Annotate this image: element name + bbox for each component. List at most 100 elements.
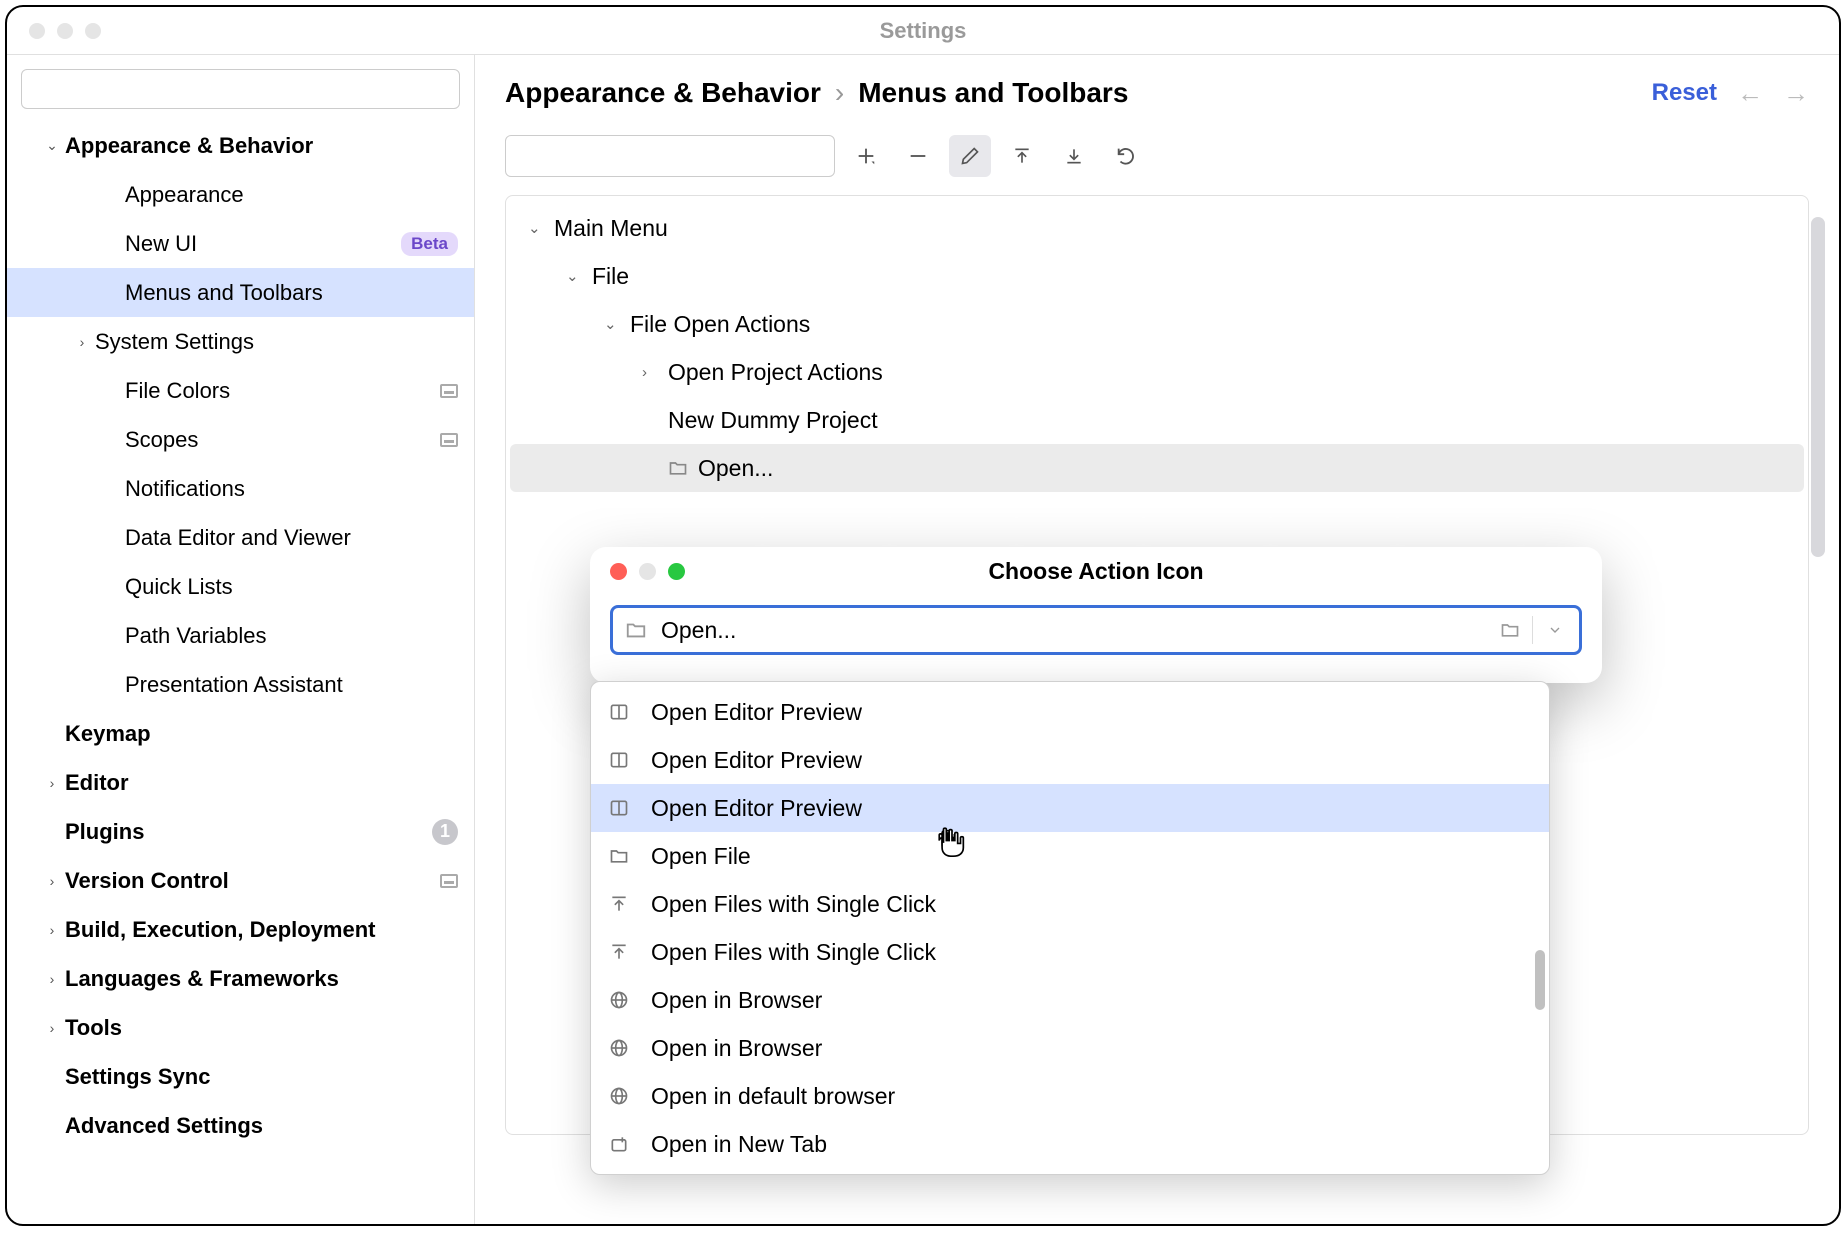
sidebar-item[interactable]: Keymap: [7, 709, 474, 758]
globe-icon: [609, 1086, 651, 1106]
sidebar-item[interactable]: Quick Lists: [7, 562, 474, 611]
dialog-minimize-icon[interactable]: [639, 563, 656, 580]
sidebar-item[interactable]: ⌄Appearance & Behavior: [7, 121, 474, 170]
dropdown-item[interactable]: Open Editor Preview: [591, 736, 1549, 784]
move-down-button[interactable]: [1053, 135, 1095, 177]
dropdown-item[interactable]: Open File: [591, 832, 1549, 880]
dialog-maximize-icon[interactable]: [668, 563, 685, 580]
tree-item-label: Main Menu: [554, 215, 668, 242]
sidebar-item[interactable]: Settings Sync: [7, 1052, 474, 1101]
edit-button[interactable]: [949, 135, 991, 177]
dropdown-item[interactable]: Open Files with Single Click: [591, 880, 1549, 928]
chevron-icon: ›: [39, 775, 65, 791]
icon-search-input[interactable]: [661, 617, 1492, 644]
sidebar-item[interactable]: File Colors: [7, 366, 474, 415]
sidebar-item[interactable]: Presentation Assistant: [7, 660, 474, 709]
folder-icon: [668, 458, 698, 478]
dropdown-item-label: Open Editor Preview: [651, 747, 862, 774]
menus-toolbar: [505, 135, 1809, 177]
dropdown-toggle-button[interactable]: [1537, 612, 1573, 648]
sidebar-item-label: Build, Execution, Deployment: [65, 917, 458, 943]
chevron-icon: ›: [39, 873, 65, 889]
tree-item[interactable]: ⌄File: [510, 252, 1804, 300]
sidebar-item-label: Presentation Assistant: [125, 672, 458, 698]
sidebar-search-input[interactable]: [21, 69, 460, 109]
sidebar-item[interactable]: ›Tools: [7, 1003, 474, 1052]
sidebar-item[interactable]: ›Editor: [7, 758, 474, 807]
dropdown-item-label: Open in Browser: [651, 987, 822, 1014]
sidebar-item[interactable]: ›Build, Execution, Deployment: [7, 905, 474, 954]
dropdown-scrollbar[interactable]: [1535, 950, 1545, 1010]
tree-item[interactable]: ⌄File Open Actions: [510, 300, 1804, 348]
sidebar-item[interactable]: Path Variables: [7, 611, 474, 660]
maximize-window-icon[interactable]: [85, 23, 101, 39]
sidebar-item[interactable]: Scopes: [7, 415, 474, 464]
window-controls: [7, 23, 101, 39]
dialog-title: Choose Action Icon: [988, 558, 1203, 585]
back-arrow-icon[interactable]: ←: [1737, 78, 1763, 109]
dropdown-item-label: Open Files with Single Click: [651, 939, 936, 966]
forward-arrow-icon[interactable]: →: [1783, 78, 1809, 109]
toolbar-search-input[interactable]: [505, 135, 835, 177]
reset-link[interactable]: Reset: [1652, 79, 1717, 107]
breadcrumb: Appearance & Behavior › Menus and Toolba…: [505, 77, 1128, 109]
sidebar-item[interactable]: ›Version Control: [7, 856, 474, 905]
dialog-titlebar: Choose Action Icon: [590, 547, 1602, 595]
tree-item-label: File: [592, 263, 629, 290]
dropdown-item[interactable]: Open in New Tab: [591, 1120, 1549, 1168]
tree-item-label: Open Project Actions: [668, 359, 883, 386]
dropdown-item-label: Open Editor Preview: [651, 699, 862, 726]
beta-badge: Beta: [401, 232, 458, 256]
move-up-button[interactable]: [1001, 135, 1043, 177]
arrow-top-icon: [609, 894, 651, 914]
new-tab-icon: [609, 1134, 651, 1154]
layout-icon: [609, 798, 651, 818]
dropdown-item[interactable]: Open in Browser: [591, 976, 1549, 1024]
sidebar-item[interactable]: Advanced Settings: [7, 1101, 474, 1150]
tree-item[interactable]: New Dummy Project: [510, 396, 1804, 444]
tree-item[interactable]: ›Open Project Actions: [510, 348, 1804, 396]
chevron-icon: ›: [69, 334, 95, 350]
sidebar-item[interactable]: ›System Settings: [7, 317, 474, 366]
breadcrumb-section: Appearance & Behavior: [505, 77, 821, 109]
icon-dropdown: Open Editor Preview Open Editor Preview Op…: [590, 681, 1550, 1175]
sidebar-item[interactable]: ›Languages & Frameworks: [7, 954, 474, 1003]
close-window-icon[interactable]: [29, 23, 45, 39]
tree-item[interactable]: ⌄Main Menu: [510, 204, 1804, 252]
sidebar-item[interactable]: Notifications: [7, 464, 474, 513]
dropdown-item[interactable]: Open in default browser: [591, 1072, 1549, 1120]
divider: [1532, 616, 1533, 644]
count-badge: 1: [432, 819, 458, 845]
sidebar-item-label: Menus and Toolbars: [125, 280, 458, 306]
remove-button[interactable]: [897, 135, 939, 177]
dialog-close-icon[interactable]: [610, 563, 627, 580]
folder-icon: [609, 846, 651, 866]
sidebar-item[interactable]: Menus and Toolbars: [7, 268, 474, 317]
browse-folder-button[interactable]: [1492, 612, 1528, 648]
window-title: Settings: [880, 18, 967, 44]
layout-icon: [609, 702, 651, 722]
chevron-icon: ⌄: [39, 137, 65, 154]
sidebar-item-label: New UI: [125, 231, 391, 257]
tree-item[interactable]: Open...: [510, 444, 1804, 492]
chevron-icon: ⌄: [528, 219, 554, 237]
sidebar-item[interactable]: Plugins1: [7, 807, 474, 856]
sidebar-item[interactable]: Data Editor and Viewer: [7, 513, 474, 562]
dropdown-item[interactable]: Open Editor Preview: [591, 688, 1549, 736]
add-button[interactable]: [845, 135, 887, 177]
sidebar-item[interactable]: New UI Beta: [7, 219, 474, 268]
breadcrumb-page: Menus and Toolbars: [858, 77, 1128, 109]
minimize-window-icon[interactable]: [57, 23, 73, 39]
sidebar-item[interactable]: Appearance: [7, 170, 474, 219]
arrow-top-icon: [609, 942, 651, 962]
tree-item-label: File Open Actions: [630, 311, 810, 338]
dropdown-item[interactable]: Open in Browser: [591, 1024, 1549, 1072]
dropdown-item[interactable]: Open Editor Preview: [591, 784, 1549, 832]
sidebar-item-label: Settings Sync: [65, 1064, 458, 1090]
layout-icon: [609, 750, 651, 770]
dropdown-item-label: Open File: [651, 843, 751, 870]
restore-button[interactable]: [1105, 135, 1147, 177]
dropdown-item[interactable]: Open Files with Single Click: [591, 928, 1549, 976]
scrollbar[interactable]: [1811, 217, 1825, 557]
sidebar-item-label: Version Control: [65, 868, 440, 894]
